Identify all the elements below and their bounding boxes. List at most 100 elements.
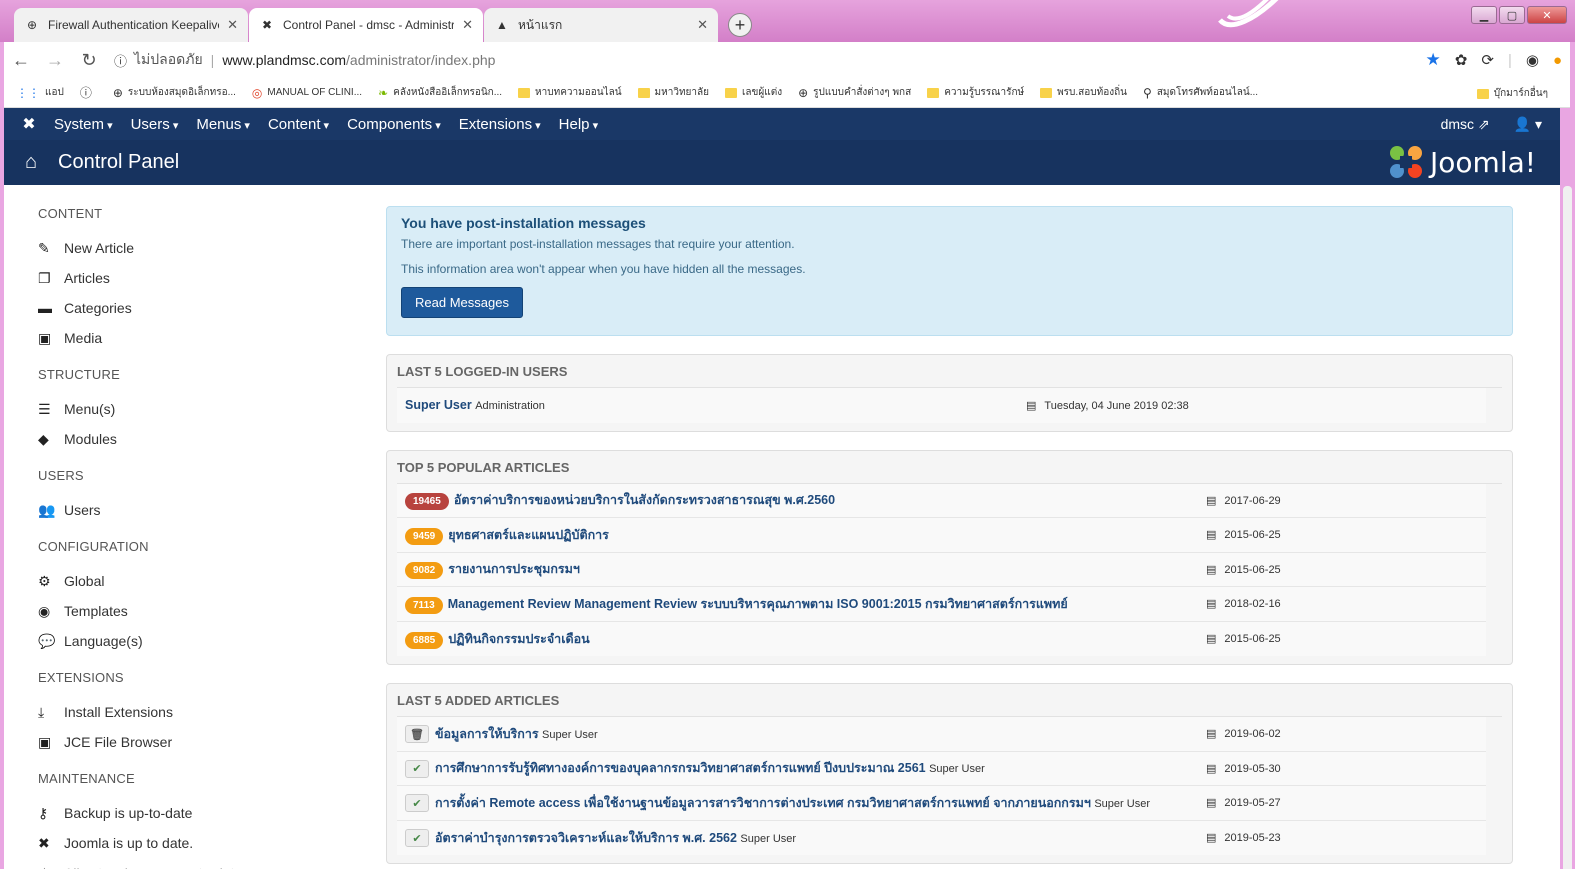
bookmark-item[interactable]: ⋮⋮ แอป	[16, 85, 64, 100]
date-cell: ▤ 2017-06-29	[1206, 494, 1486, 507]
folder-icon	[518, 87, 531, 98]
menu-help[interactable]: Help	[559, 116, 598, 133]
page-title: Control Panel	[58, 151, 180, 173]
image-icon: ▣	[38, 329, 52, 346]
update-alert-icon[interactable]: ●	[1553, 52, 1562, 69]
sidebar-item[interactable]: ▣ JCE File Browser	[38, 727, 338, 757]
url-field[interactable]: ⓘ ไม่ปลอดภัย | www.plandmsc.com /adminis…	[114, 49, 1426, 71]
check-icon[interactable]: ✔	[405, 759, 429, 778]
forward-icon[interactable]: →	[38, 50, 72, 71]
date-cell: ▤ Tuesday, 04 June 2019 02:38	[1026, 399, 1486, 412]
article-link[interactable]: อัตราค่าบริการของหน่วยบริการในสังกัดกระท…	[454, 493, 835, 507]
back-icon[interactable]: ←	[4, 50, 38, 71]
scrollbar-thumb[interactable]	[1563, 186, 1572, 869]
login-date: Tuesday, 04 June 2019 02:38	[1044, 399, 1189, 412]
article-title-cell: 9459 ยุทธศาสตร์และแผนปฏิบัติการ	[405, 525, 1206, 545]
table-row: ✔ การศึกษาการรับรู้ทิศทางองค์การของบุคลาก…	[397, 751, 1486, 786]
joomla-icon[interactable]: ✖	[4, 114, 54, 134]
close-window-button[interactable]: ✕	[1527, 6, 1567, 24]
drive-icon: ▲	[496, 18, 508, 32]
calendar-icon: ▤	[1206, 797, 1217, 810]
bookmark-item[interactable]: ◎ MANUAL OF CLINI...	[252, 86, 362, 100]
globe-icon: ⊕	[798, 85, 809, 100]
bookmark-item[interactable]: ⓘ	[80, 84, 97, 101]
info-icon[interactable]: ⓘ	[114, 51, 134, 70]
bookmark-item[interactable]: เลขผู้แต่ง	[725, 85, 782, 100]
new-tab-button[interactable]: +	[728, 13, 752, 37]
profile-icon[interactable]: ◉	[1526, 51, 1539, 69]
browser-tab-firewall[interactable]: ⊕ Firewall Authentication Keepalive ✕	[14, 8, 248, 42]
menu-components[interactable]: Components	[347, 116, 441, 133]
folder-icon	[1476, 88, 1489, 99]
calendar-icon: ▤	[1206, 832, 1217, 845]
sidebar-item[interactable]: ✖ Joomla is up to date.	[38, 828, 338, 858]
sidebar-item-label: Templates	[64, 603, 128, 619]
user-link[interactable]: Super User	[405, 398, 472, 412]
hits-badge: 7113	[405, 596, 443, 614]
sidebar-item[interactable]: ◆ Modules	[38, 424, 338, 454]
date-cell: ▤ 2015-06-25	[1206, 563, 1486, 576]
browser-tab-home[interactable]: ▲ หน้าแรก ✕	[484, 8, 718, 42]
article-link[interactable]: Management Review Management Review ระบบ…	[448, 597, 1068, 611]
extension-icon[interactable]: ⟳	[1481, 51, 1494, 69]
minimize-button[interactable]: ▁	[1471, 6, 1497, 24]
close-tab-icon[interactable]: ✕	[462, 17, 473, 33]
menu-menus[interactable]: Menus	[196, 116, 250, 133]
bookmark-item[interactable]: มหาวิทยาลัย	[637, 85, 709, 100]
sidebar-item[interactable]: 💬 Language(s)	[38, 626, 338, 656]
menu-users[interactable]: Users	[131, 116, 179, 133]
article-link[interactable]: ปฏิทินกิจกรรมประจำเดือน	[448, 632, 589, 646]
site-link[interactable]: dmsc ⇗	[1441, 116, 1490, 133]
bookmark-item[interactable]: ความรู้บรรณารักษ์	[927, 85, 1024, 100]
article-link[interactable]: รายงานการประชุมกรมฯ	[448, 562, 580, 576]
bookmark-item[interactable]: พรบ.สอบท้องถิ่น	[1040, 85, 1127, 100]
close-tab-icon[interactable]: ✕	[697, 17, 708, 33]
bookmark-star-icon[interactable]: ★	[1426, 50, 1441, 70]
sidebar-item[interactable]: ▣ Media	[38, 323, 338, 353]
menu-extensions[interactable]: Extensions	[459, 116, 541, 133]
sidebar-item[interactable]: ❐ Articles	[38, 263, 338, 293]
sidebar-item[interactable]: ☆All extensions are up-to-date	[38, 858, 338, 869]
article-link[interactable]: ข้อมูลการให้บริการ	[435, 727, 539, 741]
bookmark-item[interactable]: หาบทความออนไลน์	[518, 85, 622, 100]
sidebar-item-label: Install Extensions	[64, 704, 173, 720]
bookmark-item[interactable]: ⊕ รูปแบบคำสั่งต่างๆ พกส	[798, 85, 911, 100]
sidebar-item[interactable]: ◉ Templates	[38, 596, 338, 626]
sidebar-item[interactable]: ⚙ Global	[38, 566, 338, 596]
scrollbar[interactable]	[1560, 108, 1575, 869]
sidebar-item[interactable]: ⤓ Install Extensions	[38, 697, 338, 727]
sidebar-item-label: Users	[64, 502, 101, 518]
trash-icon[interactable]: 🗑	[405, 725, 429, 744]
date-cell: ▤ 2019-05-27	[1206, 796, 1486, 809]
close-tab-icon[interactable]: ✕	[227, 17, 238, 33]
joomla-icon: ✖	[261, 18, 273, 32]
sidebar-item[interactable]: ⚷ Backup is up-to-date	[38, 798, 338, 828]
sidebar-item[interactable]: ✎ New Article	[38, 233, 338, 263]
bookmark-item[interactable]: ❧ คลังหนังสืออิเล็กทรอนิก...	[378, 85, 502, 100]
extension-icon[interactable]: ✿	[1455, 51, 1468, 69]
check-icon[interactable]: ✔	[405, 829, 429, 848]
calendar-icon: ▤	[1206, 598, 1217, 611]
menu-content[interactable]: Content	[268, 116, 329, 133]
info-icon: ⓘ	[79, 86, 92, 100]
maximize-button[interactable]: ▢	[1499, 6, 1525, 24]
bookmark-item[interactable]: ⊕ ระบบห้องสมุดอิเล็กทรอ...	[113, 85, 236, 100]
article-link[interactable]: ยุทธศาสตร์และแผนปฏิบัติการ	[448, 528, 609, 542]
sidebar-item[interactable]: ☰ Menu(s)	[38, 394, 338, 424]
bookmark-item[interactable]: ⚲ สมุดโทรศัพท์ออนไลน์...	[1143, 85, 1258, 100]
menu-system[interactable]: System	[54, 116, 113, 133]
reload-icon[interactable]: ↻	[72, 50, 106, 71]
check-icon[interactable]: ✔	[405, 794, 429, 813]
browser-tab-control-panel[interactable]: ✖ Control Panel - dmsc - Administr ✕	[249, 8, 483, 42]
article-link[interactable]: การตั้งค่า Remote access เพื่อใช้งานฐานข…	[435, 796, 1091, 810]
sidebar-item[interactable]: 👥 Users	[38, 495, 338, 525]
sidebar-item[interactable]: ▬ Categories	[38, 293, 338, 323]
user-menu[interactable]: 👤 ▾	[1514, 116, 1542, 133]
article-link[interactable]: อัตราค่าบำรุงการตรวจวิเคราะห์และให้บริกา…	[435, 831, 737, 845]
joomla-logo-icon	[1390, 146, 1423, 178]
other-bookmarks[interactable]: บุ๊กมาร์กอื่นๆ	[1476, 86, 1548, 101]
bookmark-label: บุ๊กมาร์กอื่นๆ	[1493, 88, 1548, 99]
read-messages-button[interactable]: Read Messages	[401, 287, 523, 318]
article-link[interactable]: การศึกษาการรับรู้ทิศทางองค์การของบุคลากร…	[435, 761, 926, 775]
browser-tabstrip: ⊕ Firewall Authentication Keepalive ✕ ✖ …	[0, 0, 1575, 42]
